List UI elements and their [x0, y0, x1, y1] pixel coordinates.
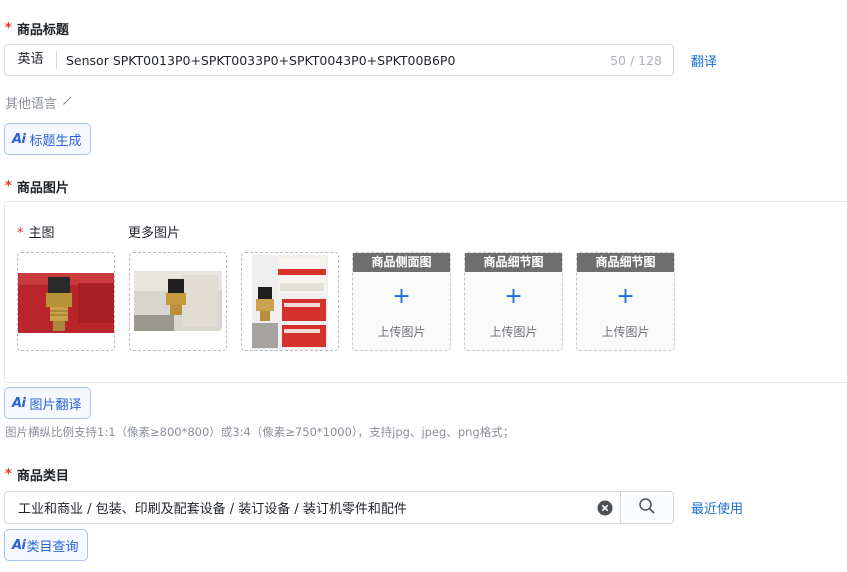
category-input[interactable]: 工业和商业 / 包装、印刷及配套设备 / 装订设备 / 装订机零件和配件 — [5, 498, 590, 517]
upload-side-image-slot[interactable]: 商品侧面图 + 上传图片 — [352, 252, 451, 351]
slot-header: 商品细节图 — [577, 253, 674, 272]
product-images-label: * 商品图片 — [5, 179, 69, 196]
slot-header: 商品细节图 — [465, 253, 562, 272]
plus-icon: + — [616, 284, 635, 309]
category-search-button[interactable] — [620, 492, 673, 523]
ai-logo-icon: Ai — [12, 537, 26, 553]
image-format-hint: 图片横纵比例支持1:1（像素≥800*800）或3:4（像素≥750*1000）… — [5, 425, 515, 439]
ai-logo-icon: Ai — [12, 395, 26, 411]
product-category-label: * 商品类目 — [5, 467, 69, 484]
upload-label: 上传图片 — [489, 325, 538, 339]
upload-label: 上传图片 — [601, 325, 650, 339]
ai-category-query-button[interactable]: Ai 类目查询 — [4, 529, 88, 561]
ai-title-generate-button[interactable]: Ai 标题生成 — [4, 123, 91, 155]
product-image-2[interactable] — [129, 252, 227, 351]
category-field[interactable]: 工业和商业 / 包装、印刷及配套设备 / 装订设备 / 装订机零件和配件 — [4, 491, 674, 524]
product-title-label: * 商品标题 — [5, 21, 69, 38]
plus-icon: + — [504, 284, 523, 309]
edit-pencil-icon[interactable] — [61, 94, 75, 112]
plus-icon: + — [392, 284, 411, 309]
language-tag: 英语 — [5, 51, 57, 69]
product-title-input[interactable]: Sensor SPKT0013P0+SPKT0033P0+SPKT0043P0+… — [57, 53, 610, 68]
recent-used-link[interactable]: 最近使用 — [691, 498, 743, 517]
char-counter: 50 / 128 — [610, 52, 662, 68]
translate-link[interactable]: 翻译 — [691, 51, 717, 70]
search-icon — [638, 497, 656, 519]
upload-detail-image-slot-2[interactable]: 商品细节图 + 上传图片 — [576, 252, 675, 351]
required-asterisk: * — [5, 21, 12, 36]
product-title-field[interactable]: 英语 Sensor SPKT0013P0+SPKT0033P0+SPKT0043… — [4, 44, 674, 76]
main-image-label: * 主图 — [17, 226, 55, 241]
more-images-label: 更多图片 — [128, 226, 181, 241]
required-asterisk: * — [5, 467, 12, 482]
clear-circle-icon[interactable] — [590, 492, 620, 523]
slot-header: 商品侧面图 — [353, 253, 450, 272]
product-image-3[interactable] — [241, 252, 339, 351]
ai-logo-icon: Ai — [12, 131, 26, 147]
ai-image-translate-button[interactable]: Ai 图片翻译 — [4, 387, 91, 419]
product-image-main[interactable] — [17, 252, 115, 351]
upload-detail-image-slot-1[interactable]: 商品细节图 + 上传图片 — [464, 252, 563, 351]
upload-label: 上传图片 — [377, 325, 426, 339]
other-languages-toggle[interactable]: 其他语言 — [5, 93, 75, 112]
required-asterisk: * — [5, 179, 12, 194]
